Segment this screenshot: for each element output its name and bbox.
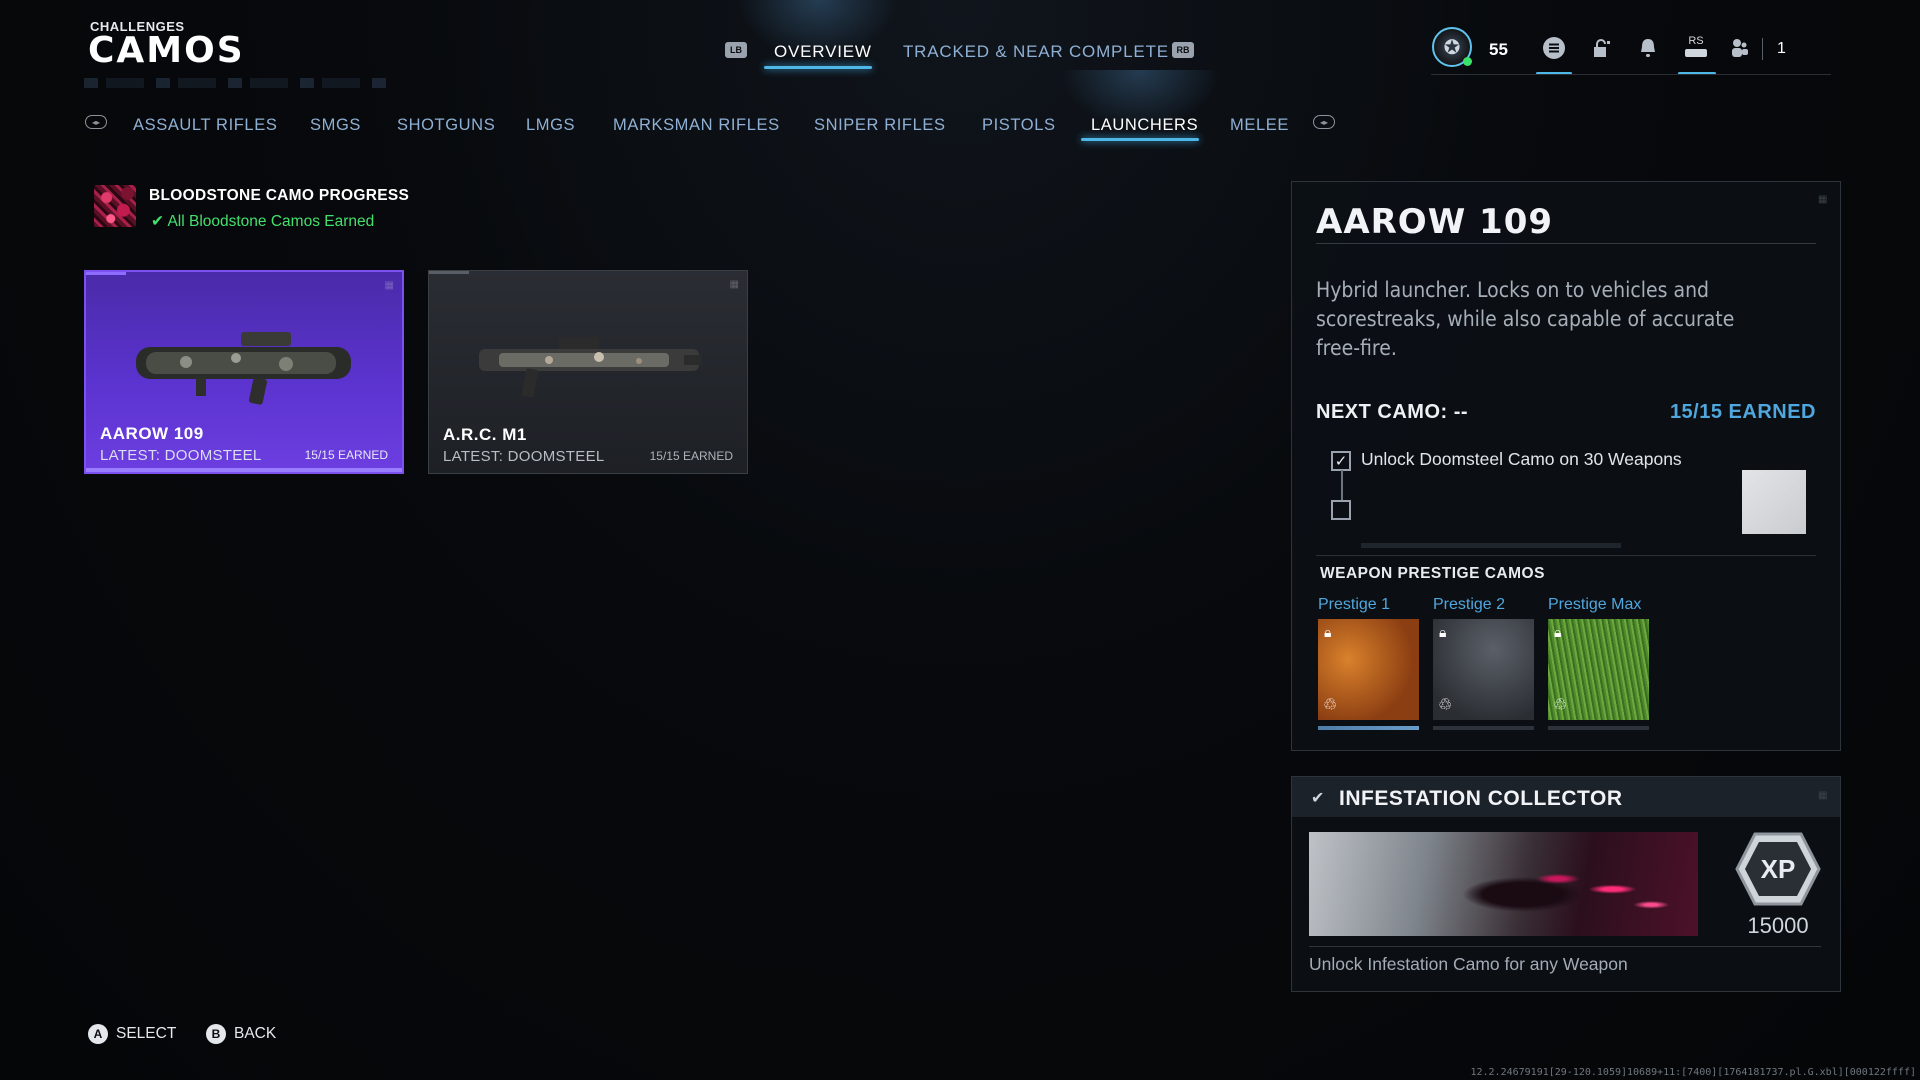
lt-bumper-icon[interactable]: ◂▸: [85, 115, 107, 129]
card-progress-tab: [86, 272, 126, 275]
prestige-badge-icon: ♲: [1323, 697, 1338, 714]
weapon-card-aarow-109[interactable]: ▦ AAROW 109 LATEST: DOOMSTEEL 15/15 EARN…: [84, 270, 404, 474]
a-button-icon: A: [88, 1024, 108, 1044]
requirement-checkbox-checked[interactable]: ✓: [1331, 451, 1351, 471]
tab-overview[interactable]: OVERVIEW: [774, 42, 872, 62]
selected-strip: [86, 468, 402, 472]
build-version: 12.2.24679191[29-120.1059]10689+11:[7400…: [1470, 1067, 1916, 1078]
party-icon[interactable]: [1726, 34, 1754, 62]
bloodstone-status: ✔ All Bloodstone Camos Earned: [151, 212, 374, 231]
category-tab-shotguns[interactable]: SHOTGUNS: [397, 116, 495, 135]
rt-bumper-icon[interactable]: ◂▸: [1313, 115, 1335, 129]
b-button-icon: B: [206, 1024, 226, 1044]
camo-swatch: [1742, 470, 1806, 534]
collector-title: INFESTATION COLLECTOR: [1339, 787, 1623, 810]
hud-separator: [1762, 38, 1763, 60]
requirement-text: Unlock Doomsteel Camo on 30 Weapons: [1361, 449, 1682, 469]
party-count: 1: [1777, 40, 1786, 57]
check-icon: ✔: [151, 213, 164, 230]
next-camo-label: NEXT CAMO: --: [1316, 401, 1469, 423]
prestige-1-label: Prestige 1: [1318, 596, 1391, 613]
prestige-1-progress: [1318, 726, 1419, 730]
card-progress-tab: [429, 271, 469, 274]
weapon-card-arc-m1[interactable]: ▦ A.R.C. M1 LATEST: DOOMSTEEL 15/15 EARN…: [428, 270, 748, 474]
detail-divider-2: [1316, 555, 1816, 556]
rb-bumper-icon[interactable]: RB: [1172, 42, 1194, 58]
xp-reward-value: 15000: [1747, 913, 1809, 938]
prestige-2-label: Prestige 2: [1433, 596, 1506, 613]
bloodstone-status-text: All Bloodstone Camos Earned: [167, 213, 375, 230]
select-label: SELECT: [116, 1025, 177, 1042]
category-tab-assault-rifles[interactable]: ASSAULT RIFLES: [133, 116, 277, 135]
hud-divider: [1431, 74, 1831, 75]
detail-earned-count: 15/15 EARNED: [1669, 401, 1816, 423]
prestige-2-progress: [1433, 726, 1534, 730]
tab-overview-underline: [764, 66, 872, 69]
requirement-progress-bar: [1361, 543, 1621, 548]
prestige-2-camo-tile[interactable]: 🔒︎ ♲: [1433, 619, 1534, 720]
back-button[interactable]: B BACK: [206, 1024, 276, 1044]
panel-corner-icon: ▦: [1818, 194, 1828, 205]
prestige-1-camo-tile[interactable]: 🔒︎ ♲: [1318, 619, 1419, 720]
lock-icon: 🔒︎: [1439, 624, 1447, 640]
rank-level: 55: [1489, 40, 1508, 59]
prestige-badge-icon: ♲: [1438, 697, 1453, 714]
xp-icon: XP: [1735, 832, 1821, 906]
tab-tracked-near-complete[interactable]: TRACKED & NEAR COMPLETE: [903, 42, 1169, 62]
weapon-earned-count: 15/15 EARNED: [649, 449, 733, 463]
prestige-max-label: Prestige Max: [1548, 596, 1642, 613]
detail-description: Hybrid launcher. Locks on to vehicles an…: [1316, 278, 1735, 360]
prestige-badge-icon: ♲: [1553, 697, 1568, 714]
category-tab-melee[interactable]: MELEE: [1230, 116, 1289, 135]
category-tab-marksman-rifles[interactable]: MARKSMAN RIFLES: [613, 116, 780, 135]
collector-divider: [1309, 946, 1821, 947]
lock-icon: 🔒︎: [1324, 624, 1332, 640]
category-tab-sniper-rifles[interactable]: SNIPER RIFLES: [814, 116, 946, 135]
prestige-section-title: WEAPON PRESTIGE CAMOS: [1320, 565, 1545, 582]
requirement-checkbox-empty[interactable]: [1331, 500, 1351, 520]
category-tab-pistols[interactable]: PISTOLS: [982, 116, 1056, 135]
rs-stick-shape: [1685, 49, 1707, 57]
category-tab-smgs[interactable]: SMGS: [310, 116, 361, 135]
bloodstone-camo-icon: [94, 185, 136, 227]
category-launchers-underline: [1081, 138, 1199, 141]
xp-label: XP: [1761, 854, 1796, 884]
title-decoration: [84, 78, 394, 88]
check-icon: ✔: [1311, 790, 1325, 807]
detail-weapon-title: AAROW 109: [1316, 202, 1554, 242]
category-tab-launchers[interactable]: LAUNCHERS: [1091, 116, 1198, 135]
page-title: CAMOS: [88, 30, 245, 71]
lb-bumper-icon[interactable]: LB: [725, 42, 747, 58]
menu-icon[interactable]: [1540, 34, 1568, 62]
lock-icon[interactable]: [1588, 34, 1616, 62]
online-status-dot: [1463, 57, 1472, 66]
card-corner-icon: ▦: [729, 279, 739, 290]
lock-icon: 🔒︎: [1554, 624, 1562, 640]
prestige-max-camo-tile[interactable]: 🔒︎ ♲: [1548, 619, 1649, 720]
card-corner-icon: ▦: [384, 280, 394, 291]
detail-divider: [1316, 243, 1816, 244]
rs-label: RS: [1688, 35, 1704, 47]
rs-icon[interactable]: RS: [1682, 32, 1710, 60]
bloodstone-title: BLOODSTONE CAMO PROGRESS: [149, 187, 410, 204]
infestation-camo-artwork: [1309, 832, 1698, 936]
category-tab-lmgs[interactable]: LMGS: [526, 116, 575, 135]
prestige-max-progress: [1548, 726, 1649, 730]
arc-m1-launcher-image: [479, 337, 702, 398]
bell-icon[interactable]: [1634, 34, 1662, 62]
weapon-earned-count: 15/15 EARNED: [304, 448, 388, 462]
weapon-latest-camo: LATEST: DOOMSTEEL: [443, 448, 605, 465]
requirement-connector: [1341, 470, 1343, 500]
weapon-name: A.R.C. M1: [443, 425, 527, 444]
collector-corner-icon: ▦: [1818, 790, 1828, 801]
weapon-latest-camo: LATEST: DOOMSTEEL: [100, 447, 262, 464]
aarow-109-launcher-image: [136, 332, 351, 405]
select-button[interactable]: A SELECT: [88, 1024, 176, 1044]
back-label: BACK: [234, 1025, 277, 1042]
collector-description: Unlock Infestation Camo for any Weapon: [1309, 954, 1628, 974]
weapon-name: AAROW 109: [100, 424, 204, 443]
